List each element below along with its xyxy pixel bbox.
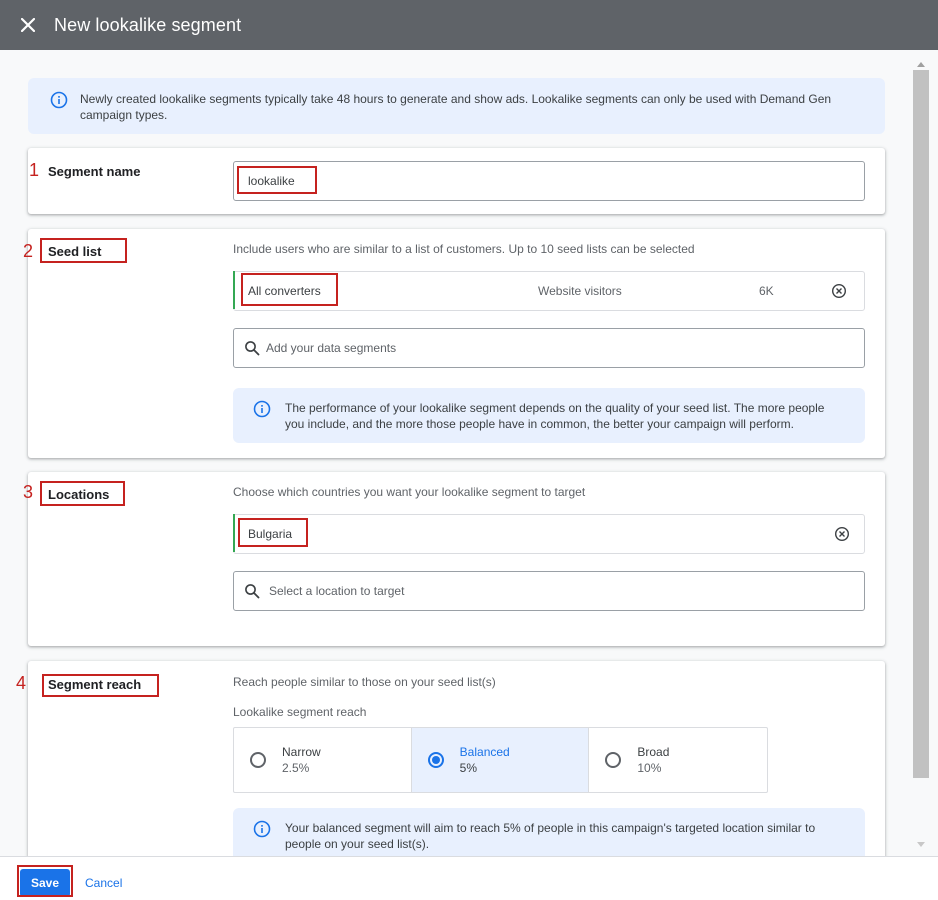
seed-list-note-text: The performance of your lookalike segmen… — [285, 401, 825, 431]
reach-option-pct: 10% — [637, 761, 662, 775]
reach-option-label: Narrow — [282, 745, 321, 759]
info-icon — [50, 91, 68, 109]
radio-narrow[interactable] — [250, 752, 266, 768]
scrollbar[interactable] — [912, 60, 930, 856]
annotation-number: 4 — [16, 673, 27, 693]
segment-name-value: lookalike — [248, 174, 295, 188]
seed-list-name: All converters — [248, 284, 321, 298]
segment-reach-note-text: Your balanced segment will aim to reach … — [285, 821, 816, 851]
info-banner-text: Newly created lookalike segments typical… — [80, 92, 832, 122]
dialog-footer: Save Cancel — [0, 856, 938, 900]
info-icon — [253, 820, 271, 838]
remove-circle-icon[interactable] — [834, 526, 850, 542]
reach-option-pct: 2.5% — [282, 761, 310, 775]
seed-list-search-input[interactable]: Add your data segments — [233, 328, 865, 368]
seed-list-note: The performance of your lookalike segmen… — [233, 388, 865, 443]
radio-broad[interactable] — [605, 752, 622, 768]
close-button[interactable] — [16, 13, 40, 37]
scroll-up-arrow[interactable] — [917, 62, 925, 67]
segment-reach-sublabel: Lookalike segment reach — [233, 705, 367, 719]
info-icon — [253, 400, 271, 418]
selected-seed-list: All converters Website visitors 6K — [233, 271, 865, 311]
locations-description: Choose which countries you want your loo… — [233, 485, 586, 499]
segment-name-input[interactable]: lookalike — [233, 161, 865, 201]
close-icon — [21, 18, 35, 32]
seed-list-type: Website visitors — [538, 284, 622, 298]
reach-option-narrow[interactable]: Narrow 2.5% — [234, 728, 412, 792]
dialog-header: New lookalike segment — [0, 0, 938, 50]
annotation-number: 1 — [29, 160, 40, 180]
selected-location: Bulgaria — [233, 514, 865, 554]
seed-list-description: Include users who are similar to a list … — [233, 242, 695, 256]
locations-label: Locations — [48, 487, 110, 502]
locations-card: Locations Choose which countries you wan… — [28, 472, 885, 646]
reach-options: Narrow 2.5% Balanced 5% Broad 10% — [233, 727, 768, 793]
selected-indicator — [233, 271, 235, 309]
seed-list-search-placeholder: Add your data segments — [266, 341, 397, 355]
remove-circle-icon[interactable] — [831, 283, 847, 299]
selected-indicator — [233, 514, 235, 552]
scrollbar-thumb[interactable] — [913, 70, 929, 778]
reach-option-pct: 5% — [459, 761, 478, 775]
reach-option-label: Broad — [637, 745, 670, 759]
location-name: Bulgaria — [248, 527, 293, 541]
segment-name-label: Segment name — [48, 164, 141, 179]
seed-list-label: Seed list — [48, 244, 102, 259]
info-banner: Newly created lookalike segments typical… — [28, 78, 885, 134]
reach-option-balanced[interactable]: Balanced 5% — [411, 728, 590, 792]
scroll-down-arrow[interactable] — [917, 842, 925, 847]
dialog-title: New lookalike segment — [54, 14, 242, 35]
annotation-number: 2 — [23, 241, 34, 261]
search-icon — [245, 584, 260, 599]
reach-option-broad[interactable]: Broad 10% — [589, 728, 767, 792]
search-icon — [245, 341, 260, 356]
segment-name-card: Segment name lookalike — [28, 148, 885, 214]
location-search-placeholder: Select a location to target — [269, 584, 405, 598]
location-search-input[interactable]: Select a location to target — [233, 571, 865, 611]
cancel-button[interactable]: Cancel — [85, 876, 122, 890]
seed-list-size: 6K — [759, 284, 774, 298]
segment-reach-description: Reach people similar to those on your se… — [233, 675, 496, 689]
radio-balanced[interactable] — [427, 752, 444, 768]
reach-option-label: Balanced — [459, 745, 510, 759]
segment-reach-label: Segment reach — [48, 677, 142, 692]
annotation-number: 3 — [23, 482, 34, 502]
segment-reach-card: Segment reach Reach people similar to th… — [28, 661, 885, 876]
seed-list-card: Seed list Include users who are similar … — [28, 229, 885, 458]
save-button[interactable]: Save — [20, 869, 70, 897]
